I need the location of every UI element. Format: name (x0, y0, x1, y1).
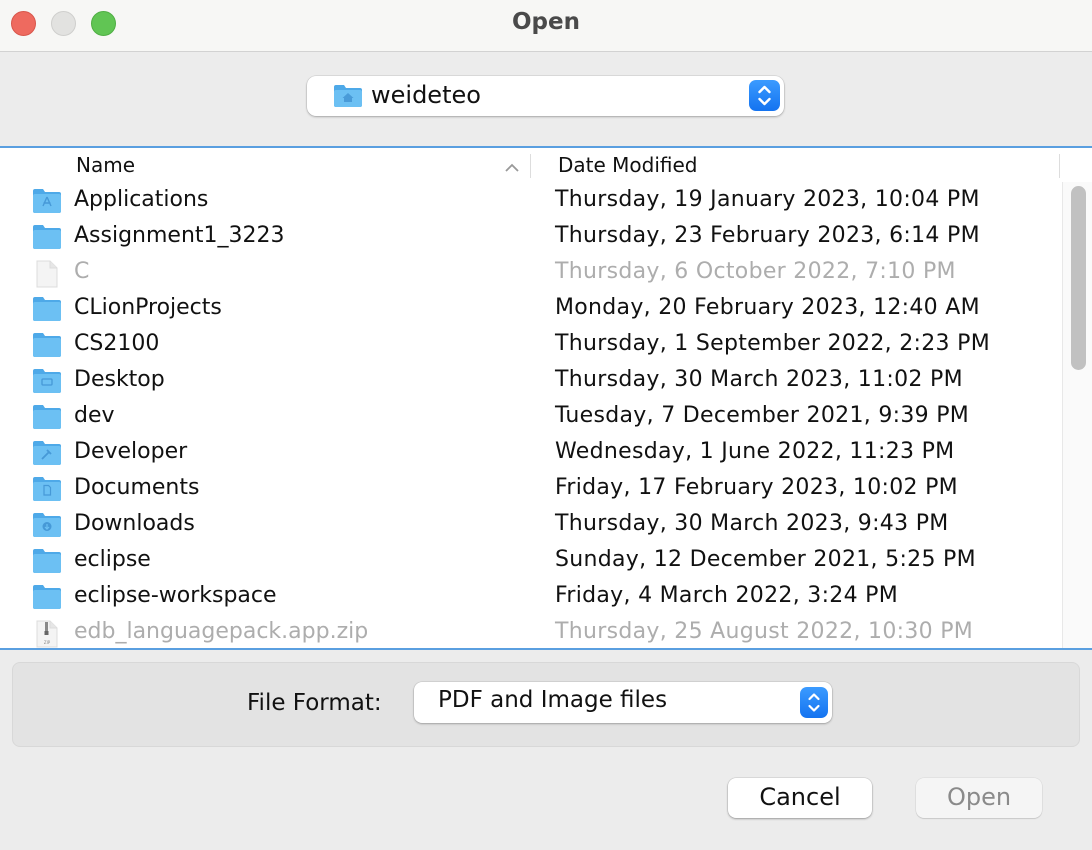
file-row[interactable]: Desktop Thursday, 30 March 2023, 11:02 PM (0, 364, 1060, 400)
file-row: ZIP edb_languagepack.app.zip Thursday, 25 … (0, 616, 1060, 648)
folder-icon (32, 584, 62, 614)
file-row[interactable]: Assignment1_3223 Thursday, 23 February 20… (0, 220, 1060, 256)
file-row: C Thursday, 6 October 2022, 7:10 PM (0, 256, 1060, 292)
file-row[interactable]: Downloads Thursday, 30 March 2023, 9:43 P… (0, 508, 1060, 544)
file-date-modified: Thursday, 1 September 2022, 2:23 PM (555, 331, 990, 356)
file-date-modified: Friday, 4 March 2022, 3:24 PM (555, 583, 899, 608)
file-name: eclipse (74, 547, 151, 572)
file-name: Developer (74, 439, 188, 464)
folder-icon (32, 332, 62, 362)
open-dialog: Open weideteo Name Date Modified Applica… (0, 0, 1092, 850)
applications-folder-icon (32, 188, 62, 218)
file-date-modified: Thursday, 30 March 2023, 9:43 PM (555, 511, 949, 536)
location-label: weideteo (371, 81, 481, 109)
file-date-modified: Thursday, 30 March 2023, 11:02 PM (555, 367, 963, 392)
file-row[interactable]: Developer Wednesday, 1 June 2022, 11:23 P… (0, 436, 1060, 472)
sort-ascending-icon (504, 158, 520, 177)
svg-text:ZIP: ZIP (44, 640, 51, 645)
column-divider (1059, 154, 1060, 178)
select-stepper-icon (800, 687, 828, 718)
window-title: Open (512, 9, 580, 35)
scrollbar-thumb[interactable] (1071, 186, 1086, 370)
downloads-folder-icon (32, 512, 62, 542)
file-row[interactable]: eclipse Sunday, 12 December 2021, 5:25 PM (0, 544, 1060, 580)
developer-folder-icon (32, 440, 62, 470)
popup-stepper-icon (749, 80, 780, 111)
column-header-name[interactable]: Name (76, 153, 135, 177)
file-date-modified: Monday, 20 February 2023, 12:40 AM (555, 295, 980, 320)
file-name: CS2100 (74, 331, 160, 356)
file-row[interactable]: CLionProjects Monday, 20 February 2023, 1… (0, 292, 1060, 328)
file-row[interactable]: Applications Thursday, 19 January 2023, 1… (0, 184, 1060, 220)
location-popup[interactable]: weideteo (307, 76, 784, 116)
file-name: C (74, 259, 90, 284)
file-date-modified: Thursday, 19 January 2023, 10:04 PM (555, 187, 980, 212)
title-bar: Open (0, 0, 1092, 52)
documents-folder-icon (32, 476, 62, 506)
file-date-modified: Thursday, 23 February 2023, 6:14 PM (555, 223, 980, 248)
file-name: Documents (74, 475, 200, 500)
file-name: dev (74, 403, 115, 428)
list-header: Name Date Modified (0, 148, 1092, 182)
folder-icon (32, 548, 62, 578)
folder-icon (32, 224, 62, 254)
file-name: Desktop (74, 367, 165, 392)
file-row[interactable]: dev Tuesday, 7 December 2021, 9:39 PM (0, 400, 1060, 436)
file-row[interactable]: CS2100 Thursday, 1 September 2022, 2:23 P… (0, 328, 1060, 364)
file-date-modified: Thursday, 25 August 2022, 10:30 PM (555, 619, 974, 644)
cancel-button[interactable]: Cancel (728, 778, 872, 818)
file-date-modified: Thursday, 6 October 2022, 7:10 PM (555, 259, 956, 284)
open-button[interactable]: Open (916, 778, 1042, 818)
vertical-scrollbar[interactable] (1062, 182, 1092, 648)
folder-icon (32, 404, 62, 434)
file-icon (32, 260, 62, 292)
home-folder-icon (333, 84, 363, 112)
zip-file-icon: ZIP (32, 620, 62, 648)
folder-icon (32, 296, 62, 326)
file-format-panel: File Format: PDF and Image files (12, 662, 1080, 747)
file-date-modified: Tuesday, 7 December 2021, 9:39 PM (555, 403, 970, 428)
file-name: eclipse-workspace (74, 583, 277, 608)
file-date-modified: Wednesday, 1 June 2022, 11:23 PM (555, 439, 955, 464)
file-date-modified: Sunday, 12 December 2021, 5:25 PM (555, 547, 976, 572)
column-header-date-modified[interactable]: Date Modified (558, 153, 698, 177)
file-row[interactable]: eclipse-workspace Friday, 4 March 2022, 3… (0, 580, 1060, 616)
file-list: Name Date Modified Applications Thursday,… (0, 146, 1092, 650)
file-name: edb_languagepack.app.zip (74, 619, 369, 644)
file-row[interactable]: Documents Friday, 17 February 2023, 10:02… (0, 472, 1060, 508)
desktop-folder-icon (32, 368, 62, 398)
file-date-modified: Friday, 17 February 2023, 10:02 PM (555, 475, 958, 500)
file-name: CLionProjects (74, 295, 222, 320)
file-format-label: File Format: (247, 690, 382, 716)
file-name: Assignment1_3223 (74, 223, 285, 248)
file-format-select[interactable]: PDF and Image files (414, 682, 832, 723)
file-name: Downloads (74, 511, 195, 536)
column-divider[interactable] (530, 154, 531, 178)
file-format-value: PDF and Image files (438, 687, 668, 713)
file-name: Applications (74, 187, 209, 212)
